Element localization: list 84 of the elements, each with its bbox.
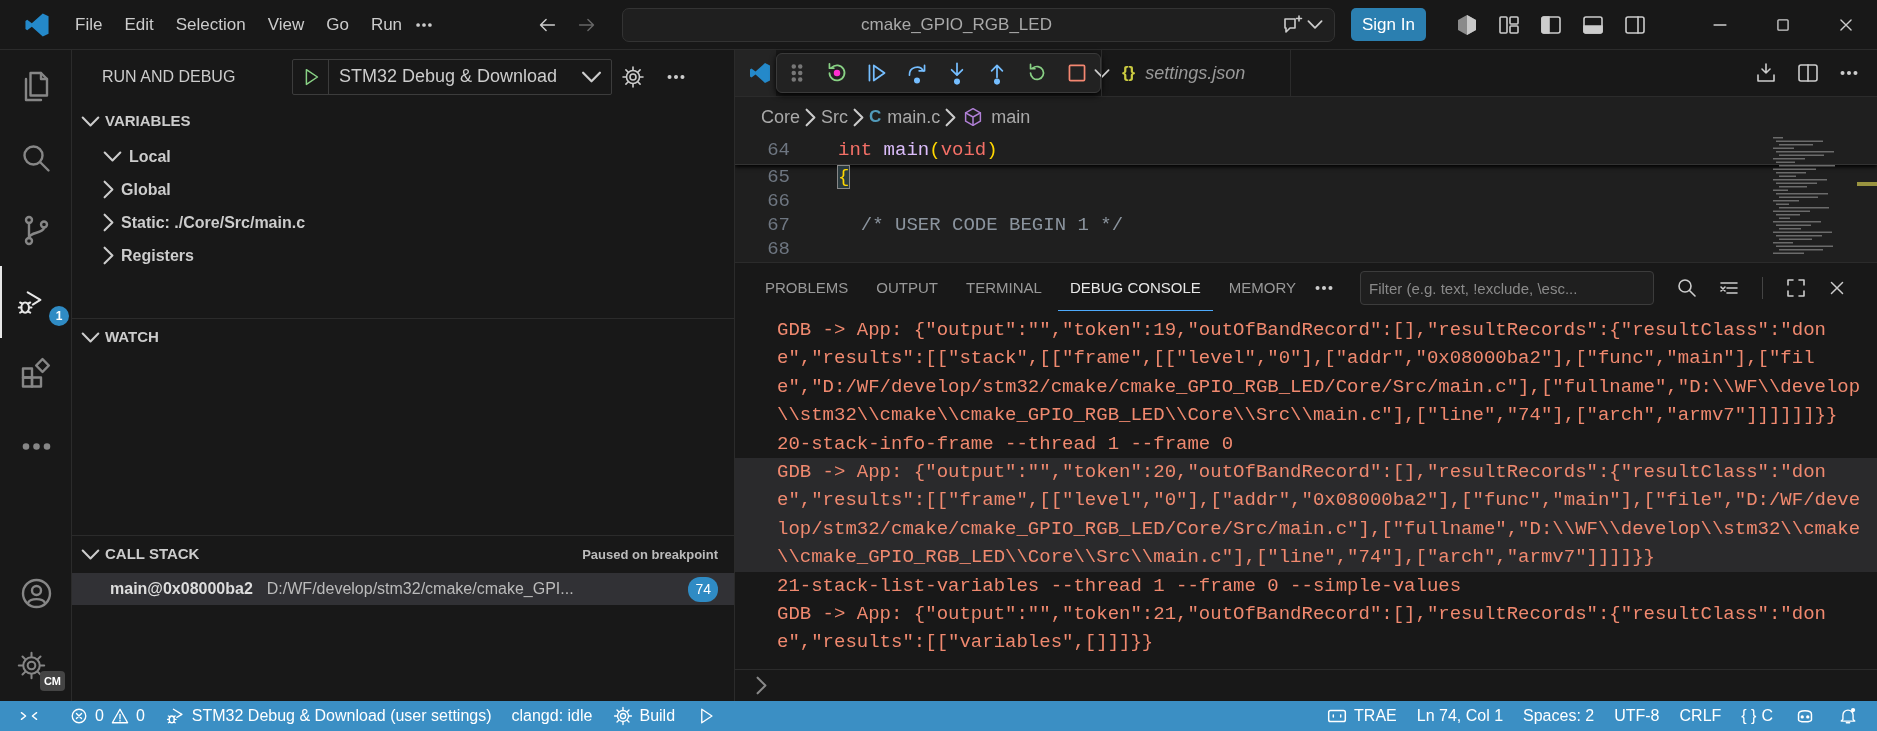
- console-line: 21-stack-list-variables --thread 1 --frame 0 --simple-values: [776, 573, 1463, 599]
- variable-scope[interactable]: Global: [121, 177, 171, 202]
- frame-file: D:/WF/develop/stm32/cmake/cmake_GPI...: [266, 579, 575, 599]
- caret-icon[interactable]: [1306, 19, 1324, 30]
- line-number: 67: [766, 212, 790, 238]
- console-line: GDB -> App: {"output":"","token":21,"outOfBandRecord":[],"resultRecords":{"resultClass":"done","results":[["variables",[]]]}}: [776, 602, 1827, 656]
- chevron-down-icon[interactable]: [80, 115, 101, 128]
- badge: 1: [49, 306, 69, 326]
- command-center[interactable]: cmake_GPIO_RGB_LED: [622, 7, 1335, 42]
- breadcrumb[interactable]: main: [961, 103, 1031, 131]
- braces-icon: { }: [1741, 704, 1757, 728]
- status-item[interactable]: Spaces: 2: [1513, 704, 1605, 728]
- breadcrumb[interactable]: Core: [761, 103, 800, 131]
- menu-item[interactable]: Go: [315, 11, 360, 38]
- caret-icon[interactable]: [580, 69, 603, 84]
- configuration-name: STM32 Debug & Download: [338, 65, 559, 88]
- menu-item[interactable]: Run: [359, 11, 414, 38]
- error-count: 0: [95, 706, 104, 726]
- chevron-right-icon[interactable]: [102, 245, 115, 266]
- app-logo: [747, 60, 773, 86]
- menu-item[interactable]: View: [256, 11, 316, 38]
- panel-tab[interactable]: MEMORY: [1216, 265, 1308, 311]
- status-item[interactable]: clangd: idle: [501, 704, 603, 728]
- command-center-text: cmake_GPIO_RGB_LED: [860, 13, 1053, 36]
- status-item[interactable]: Ln 74, Col 1: [1406, 704, 1514, 728]
- editor-tab[interactable]: {} settings.json: [1101, 50, 1291, 96]
- status-text: STM32 Debug & Download (user settings): [191, 706, 492, 726]
- status-item[interactable]: TRAE: [1315, 704, 1407, 728]
- status-item[interactable]: 0 0: [58, 704, 155, 728]
- panel-tab[interactable]: PROBLEMS: [753, 265, 861, 311]
- gear-icon: [612, 705, 635, 727]
- status-item[interactable]: CRLF: [1669, 704, 1732, 728]
- status-item[interactable]: UTF-8: [1604, 704, 1670, 728]
- chevron-right-icon: [944, 106, 958, 128]
- sign-in-button[interactable]: Sign In: [1351, 7, 1426, 42]
- section-title[interactable]: WATCH: [105, 326, 159, 349]
- chevron-right-icon: [804, 106, 817, 128]
- panel-tab[interactable]: OUTPUT: [864, 265, 951, 311]
- panel-tab[interactable]: DEBUG CONSOLE: [1057, 265, 1213, 311]
- console-line: 20-stack-info-frame --thread 1 --frame 0: [776, 431, 1235, 457]
- code-line: int main(void): [838, 138, 998, 164]
- chevron-right-icon: [852, 106, 865, 128]
- status-text: C: [1761, 706, 1773, 726]
- caret-icon[interactable]: [1093, 67, 1111, 79]
- frame-name: main@0x08000ba2: [110, 579, 253, 599]
- section-title[interactable]: VARIABLES: [105, 110, 191, 133]
- chevron-down-icon[interactable]: [102, 150, 123, 163]
- line-number: 64: [766, 138, 790, 164]
- breadcrumb[interactable]: C main.c: [869, 103, 941, 131]
- status-item[interactable]: { } C: [1731, 704, 1783, 728]
- settings-icon[interactable]: [620, 63, 646, 90]
- menu-item[interactable]: Selection: [164, 11, 257, 38]
- chevron-down-icon[interactable]: [80, 548, 101, 561]
- status-text: TRAE: [1354, 706, 1397, 726]
- editor-tab[interactable]: [735, 50, 776, 96]
- chevron-right-icon[interactable]: [102, 212, 115, 233]
- badge: CM: [39, 671, 65, 691]
- chevron-down-icon[interactable]: [80, 331, 101, 344]
- call-stack-frame[interactable]: main@0x08000ba2 D:/WF/develop/stm32/cmake/cmake_GPI... 74: [72, 573, 734, 605]
- configuration-dropdown[interactable]: STM32 Debug & Download: [292, 58, 612, 95]
- warning-count: 0: [135, 706, 145, 726]
- menu-item[interactable]: File: [64, 11, 114, 38]
- line-number: 65: [766, 164, 790, 190]
- breadcrumb[interactable]: Src: [821, 103, 848, 131]
- tab-icon: {}: [1122, 60, 1136, 86]
- status-text: Paused on breakpoint: [582, 545, 718, 564]
- sidebar-title: RUN AND DEBUG: [102, 66, 237, 87]
- section-title[interactable]: CALL STACK: [105, 543, 200, 566]
- panel-tab[interactable]: TERMINAL: [954, 265, 1054, 311]
- chevron-right-icon[interactable]: [102, 179, 115, 200]
- menu-item[interactable]: Edit: [113, 11, 165, 38]
- status-text: Build: [639, 706, 676, 726]
- variable-scope[interactable]: Registers: [121, 243, 194, 268]
- status-item[interactable]: STM32 Debug & Download (user settings): [154, 704, 502, 728]
- console-line: GDB -> App: {"output":"","token":19,"outOfBandRecord":[],"resultRecords":{"resultClass":"done","results":[["stack",[["frame",[["level","0"],["addr","0x08000ba2"],["func","main"],["file","D:/WF/develop/stm32/cmake/cmake_GPIO_RGB_LED/Core/Src/main.c"],["fullname","D:\\WF\\develop\\stm32\\cmake\\cmake_GPIO_RGB_LED\\Core\\Src\\main.c"],["line","74"],["arch","armv7"]]]]]]}}: [776, 318, 1862, 429]
- status-item[interactable]: Build: [602, 704, 686, 728]
- code-line: /* USER CODE BEGIN 1 */: [859, 212, 1124, 238]
- line-badge: 74: [688, 576, 718, 602]
- variable-scope[interactable]: Static: ./Core/Src/main.c: [121, 210, 306, 235]
- variable-scope[interactable]: Local: [129, 144, 171, 169]
- line-number: 66: [766, 188, 790, 214]
- filter-field[interactable]: Filter (e.g. text, !exclude, \esc...: [1360, 271, 1654, 305]
- chevron-right-icon: [755, 675, 768, 696]
- line-number: 68: [766, 236, 790, 262]
